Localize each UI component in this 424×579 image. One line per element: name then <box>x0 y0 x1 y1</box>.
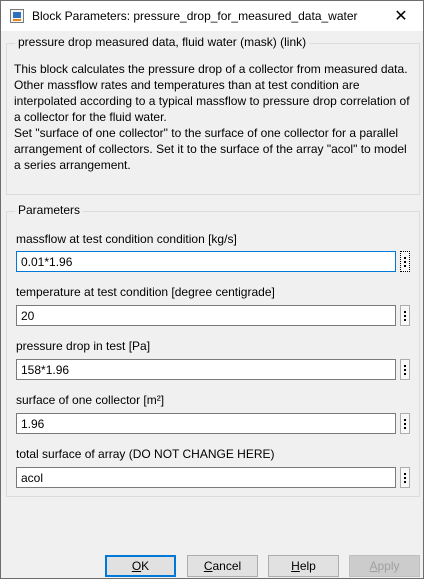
kebab-menu-icon <box>404 310 406 313</box>
dialog-body: pressure drop measured data, fluid water… <box>1 31 423 578</box>
description-line: Other massflow rates and temperatures th… <box>14 78 410 124</box>
parameters-group: Parameters massflow at test condition co… <box>6 203 420 497</box>
description-group-title: pressure drop measured data, fluid water… <box>15 35 310 49</box>
kebab-menu-icon <box>404 256 406 259</box>
description-line: Set "surface of one collector" to the su… <box>14 126 407 172</box>
collector-surface-options-button[interactable] <box>400 413 410 434</box>
help-mnemonic: H <box>291 559 300 573</box>
kebab-menu-icon <box>404 364 406 367</box>
ok-button[interactable]: OK <box>105 555 176 577</box>
array-surface-options-button[interactable] <box>400 467 410 488</box>
pressure-drop-options-button[interactable] <box>400 359 410 380</box>
ok-mnemonic: O <box>131 559 142 573</box>
description-group: pressure drop measured data, fluid water… <box>6 35 420 195</box>
help-button[interactable]: Help <box>268 555 339 577</box>
apply-button[interactable]: Apply <box>349 555 420 577</box>
close-icon: ✕ <box>394 8 408 25</box>
apply-label: pply <box>377 559 400 573</box>
massflow-options-button[interactable] <box>400 251 410 272</box>
dialog-window: Block Parameters: pressure_drop_for_meas… <box>0 0 424 579</box>
array-surface-label: total surface of array (DO NOT CHANGE HE… <box>16 447 275 461</box>
apply-mnemonic: A <box>369 559 378 573</box>
parameters-group-title: Parameters <box>15 203 84 217</box>
title-bar[interactable]: Block Parameters: pressure_drop_for_meas… <box>1 1 423 31</box>
simulink-block-icon <box>10 9 24 23</box>
window-title: Block Parameters: pressure_drop_for_meas… <box>32 9 358 23</box>
description-text: This block calculates the pressure drop … <box>14 61 414 173</box>
temperature-options-button[interactable] <box>400 305 410 326</box>
collector-surface-input[interactable] <box>16 413 396 434</box>
kebab-menu-icon <box>404 418 406 421</box>
array-surface-input[interactable] <box>16 467 396 488</box>
massflow-input[interactable] <box>16 251 396 272</box>
temperature-input[interactable] <box>16 305 396 326</box>
description-line: This block calculates the pressure drop … <box>14 62 408 76</box>
massflow-label: massflow at test condition condition [kg… <box>16 232 237 246</box>
temperature-label: temperature at test condition [degree ce… <box>16 285 275 299</box>
cancel-mnemonic: C <box>203 559 213 573</box>
pressure-drop-label: pressure drop in test [Pa] <box>16 339 151 353</box>
help-label: elp <box>299 559 316 573</box>
close-button[interactable]: ✕ <box>379 1 423 31</box>
cancel-label: ancel <box>212 559 242 573</box>
pressure-drop-input[interactable] <box>16 359 396 380</box>
kebab-menu-icon <box>404 472 406 475</box>
collector-surface-label: surface of one collector [m²] <box>16 393 165 407</box>
cancel-button[interactable]: Cancel <box>187 555 258 577</box>
ok-label: K <box>141 559 150 573</box>
